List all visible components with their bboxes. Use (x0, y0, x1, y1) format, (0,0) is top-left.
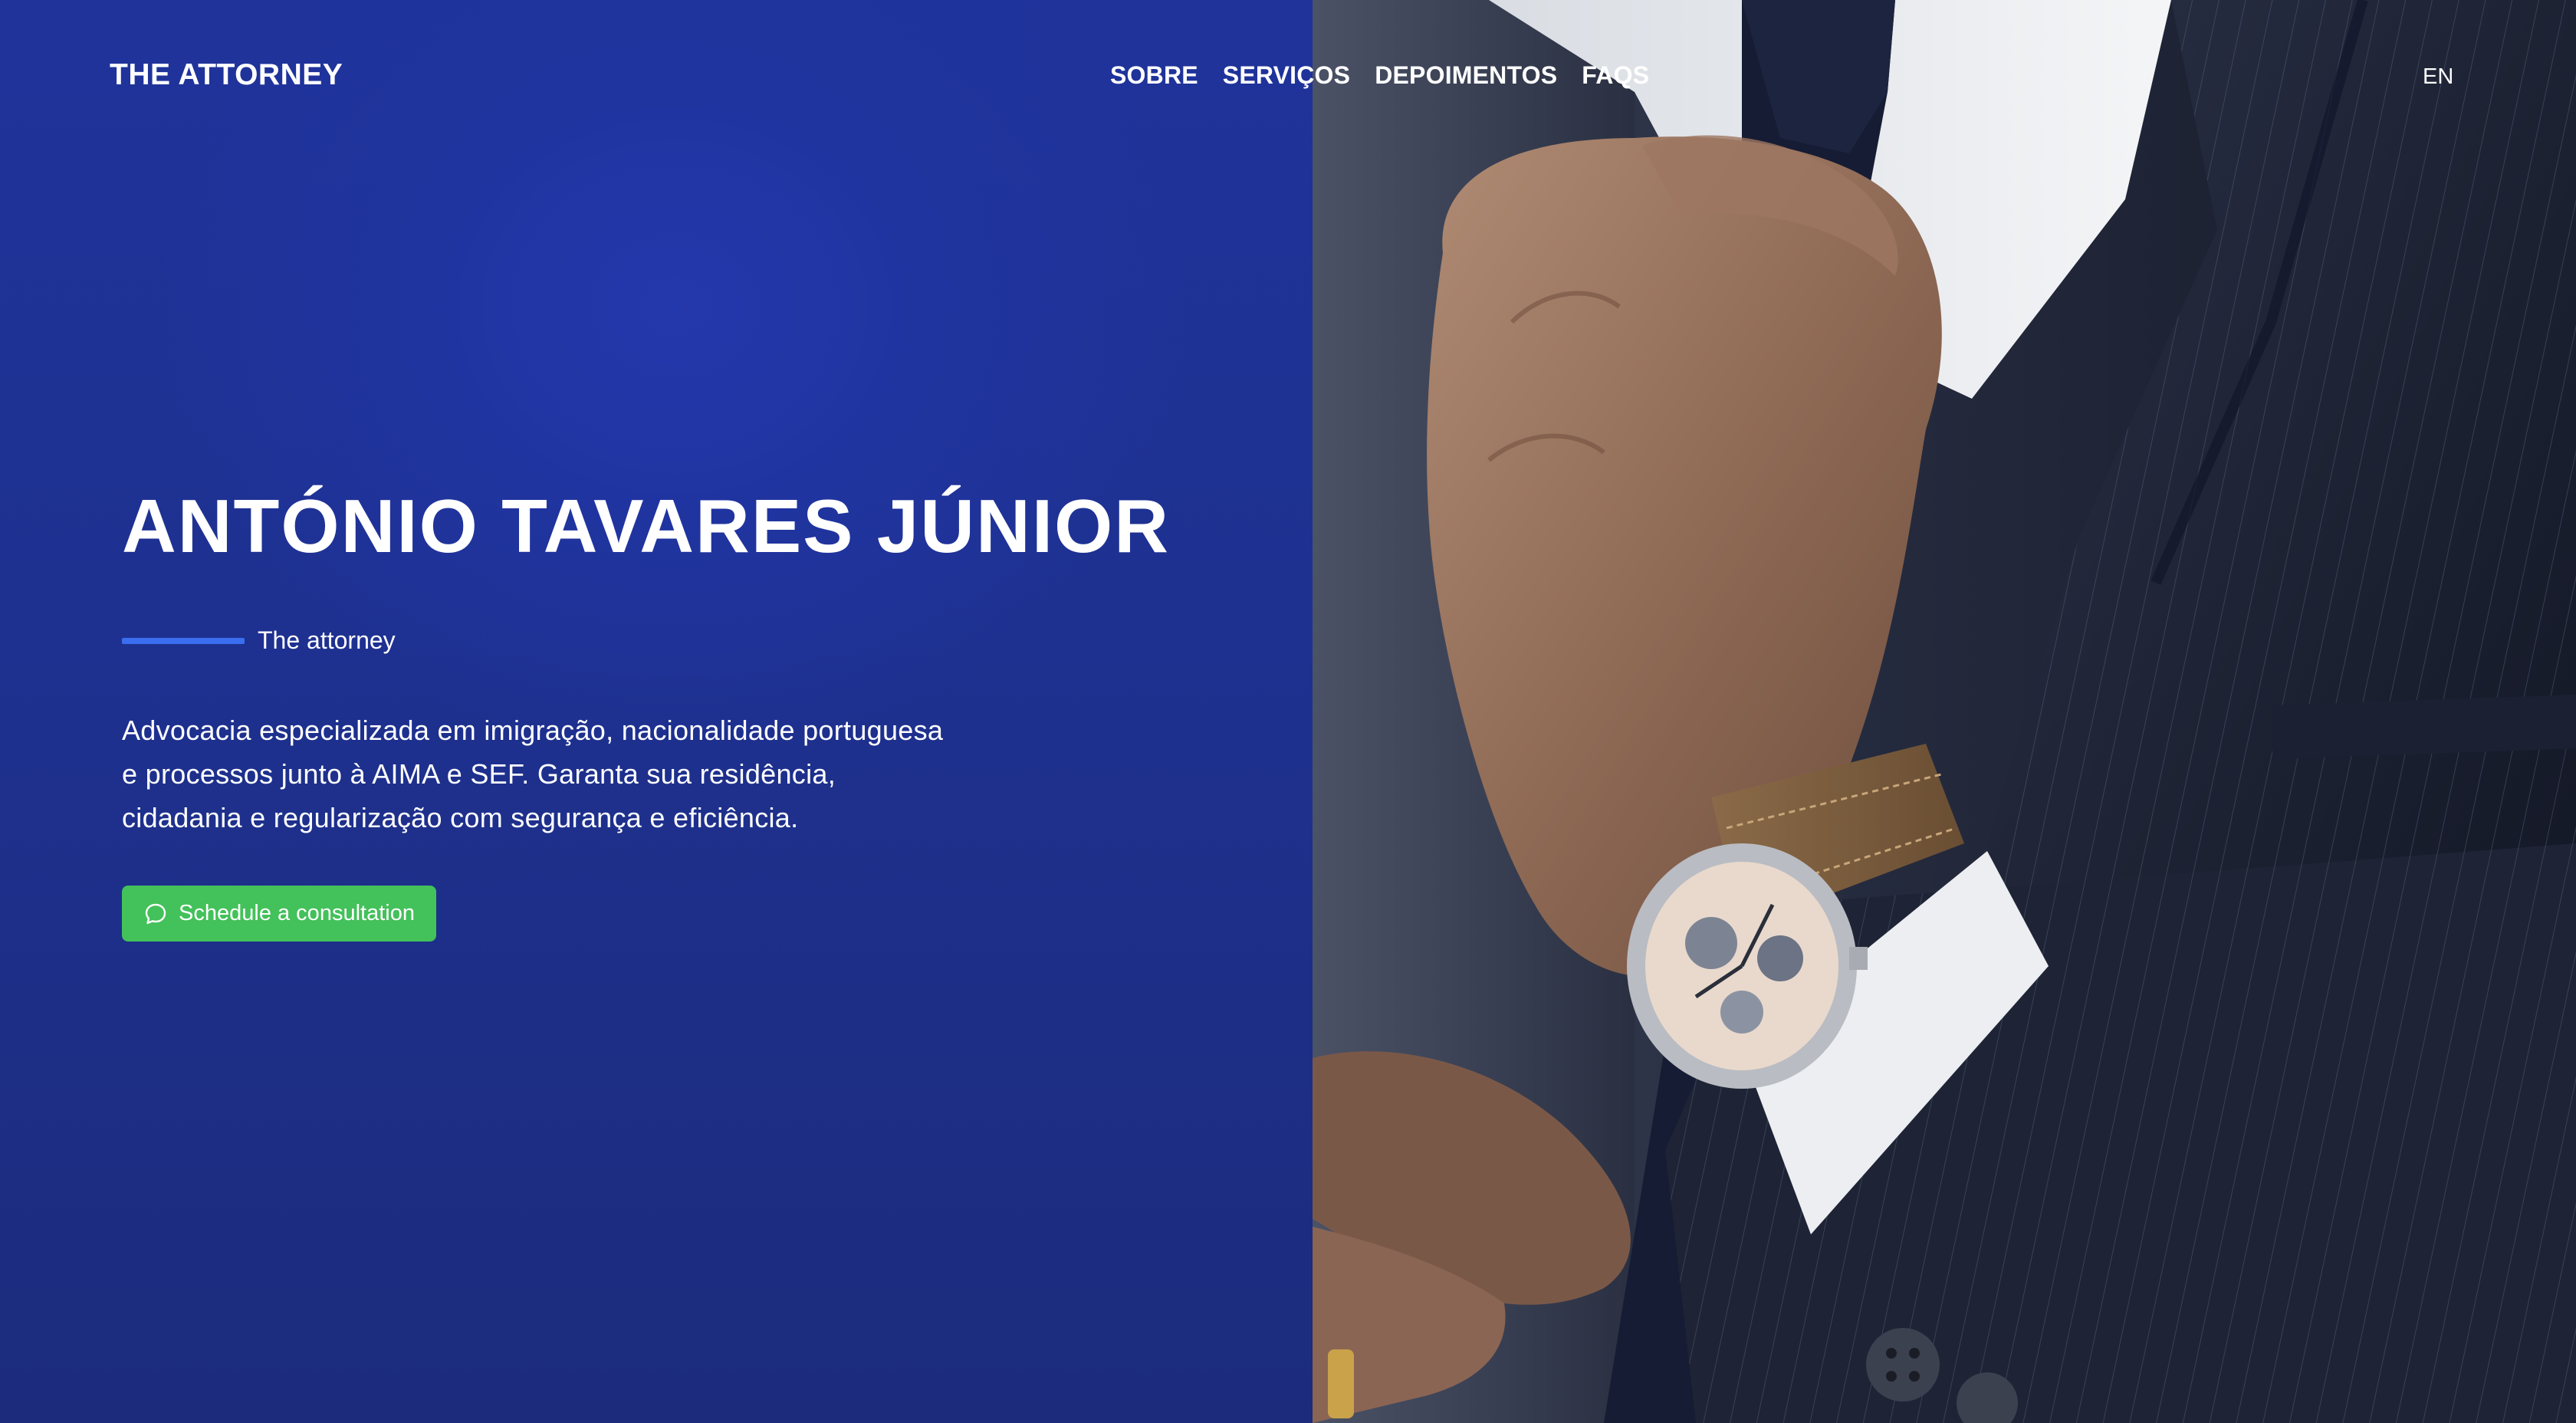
photo-illustration (1313, 0, 2576, 1423)
main-nav: SOBRE SERVIÇOS DEPOIMENTOS FAQS (1110, 61, 1649, 90)
nav-link-servicos[interactable]: SERVIÇOS (1223, 61, 1350, 90)
language-switcher[interactable]: EN (2423, 64, 2453, 90)
hero-description: Advocacia especializada em imigração, na… (122, 708, 996, 840)
chat-bubble-icon (143, 902, 168, 926)
hero-description-line: Advocacia especializada em imigração, na… (122, 715, 944, 746)
schedule-consultation-button[interactable]: Schedule a consultation (122, 886, 436, 942)
hero-title: ANTÓNIO TAVARES JÚNIOR (122, 484, 1171, 568)
hero-tagline: The attorney (122, 626, 396, 655)
nav-link-faqs[interactable]: FAQS (1582, 61, 1649, 90)
nav-link-depoimentos[interactable]: DEPOIMENTOS (1375, 61, 1557, 90)
hero-page: THE ATTORNEY SOBRE SERVIÇOS DEPOIMENTOS … (0, 0, 2576, 1423)
schedule-consultation-label: Schedule a consultation (179, 901, 415, 925)
hero-photo-attorney (1313, 0, 2576, 1423)
hero-description-line: e processos junto à AIMA e SEF. Garanta … (122, 758, 836, 790)
tagline-accent-line (122, 637, 245, 644)
hero-description-line: cidadania e regularização com segurança … (122, 802, 799, 833)
nav-link-sobre[interactable]: SOBRE (1110, 61, 1198, 90)
tagline-text: The attorney (258, 626, 396, 654)
site-logo[interactable]: THE ATTORNEY (110, 58, 343, 92)
